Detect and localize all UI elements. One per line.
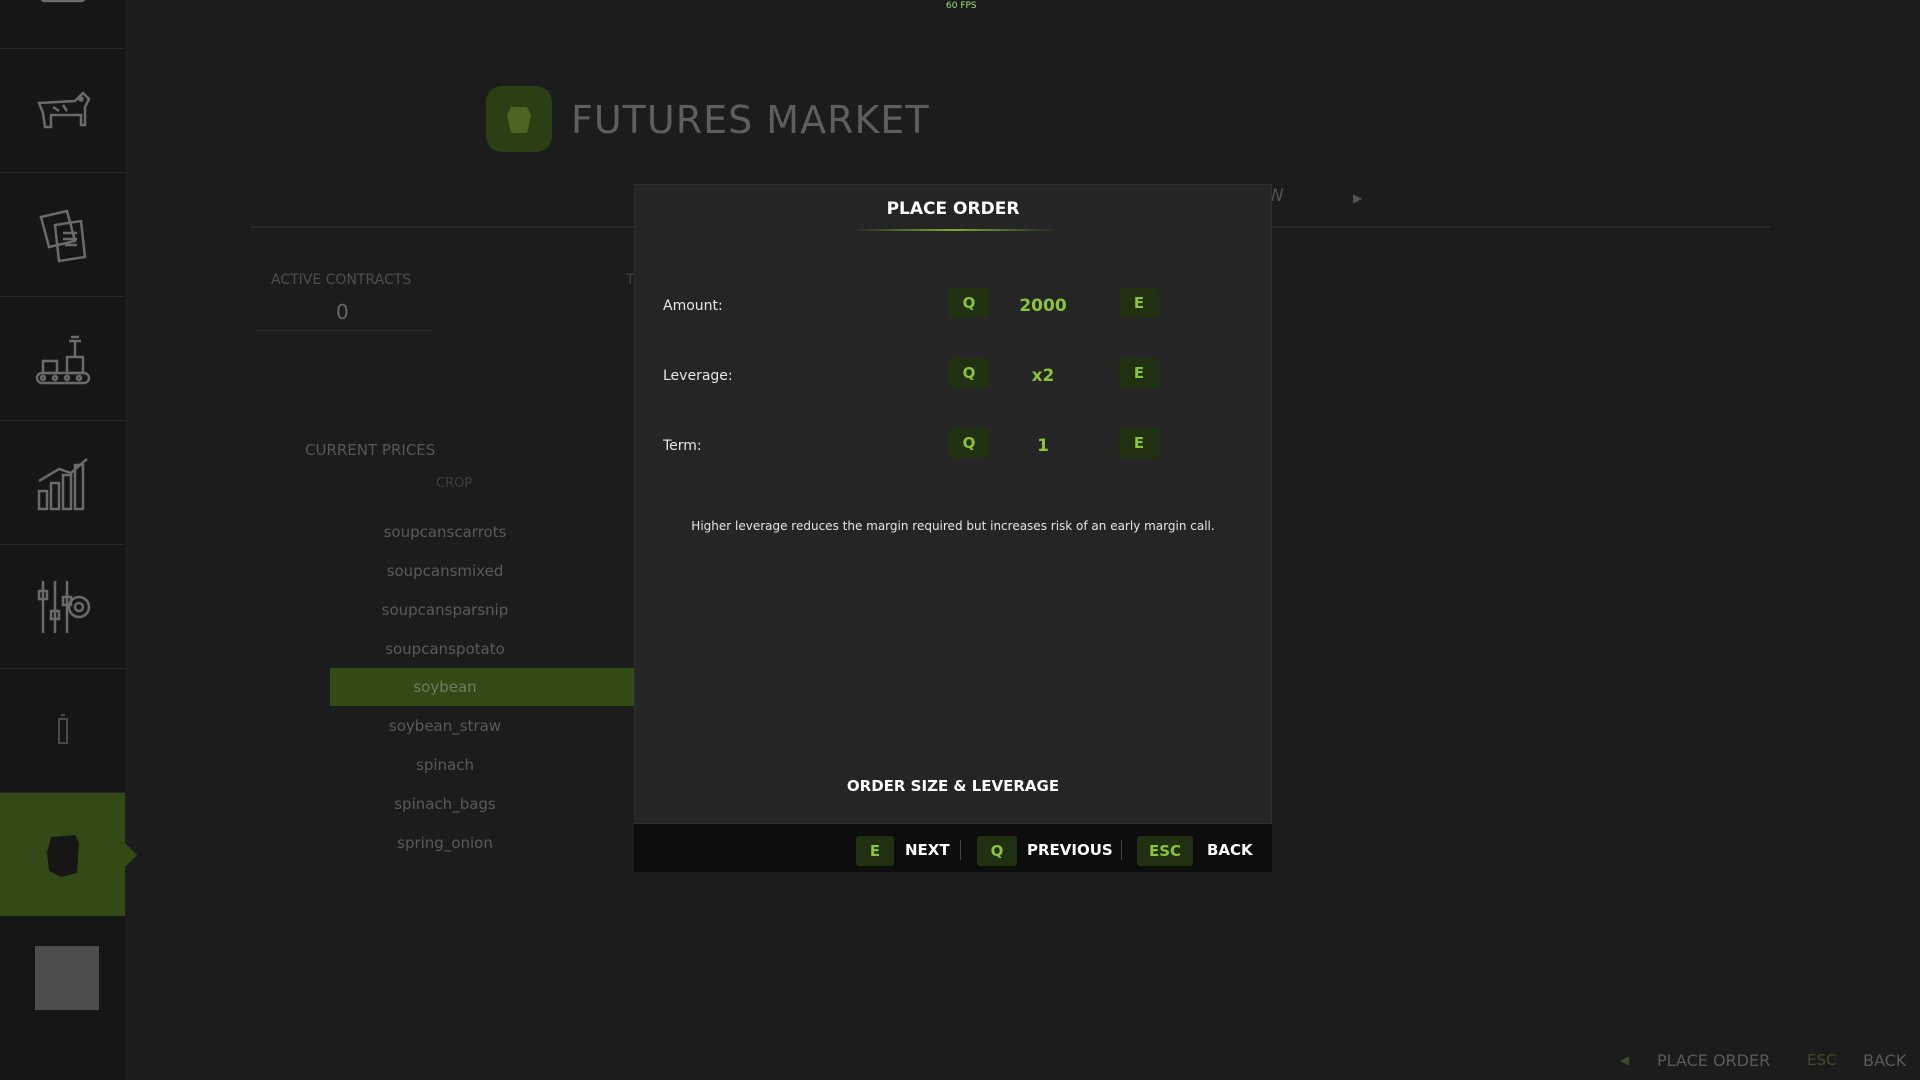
footer-separator [1121, 840, 1122, 860]
sidebar [0, 0, 137, 1080]
crop-row[interactable]: soupcansmixed [330, 552, 660, 590]
tab-next-arrow-icon[interactable]: ▶ [1353, 191, 1362, 205]
back-key-badge[interactable]: ESC [1137, 836, 1193, 866]
crop-name: soybean [413, 678, 477, 696]
crop-name: soupcansparsnip [381, 601, 509, 619]
next-key-badge[interactable]: E [856, 836, 894, 866]
sidebar-item-settings[interactable] [0, 545, 125, 669]
crop-row[interactable]: soupcansparsnip [330, 591, 660, 629]
bottom-place-order-button[interactable]: PLACE ORDER [1657, 1051, 1770, 1070]
leverage-label: Leverage: [663, 368, 733, 384]
futures-market-icon [46, 834, 79, 877]
active-contracts-label: ACTIVE CONTRACTS [271, 272, 412, 288]
help-icon [57, 713, 68, 744]
term-decrease-button[interactable]: Q [949, 428, 989, 458]
crop-name: soybean_straw [388, 717, 502, 735]
bull-icon [507, 107, 531, 133]
amount-decrease-button[interactable]: Q [949, 288, 989, 318]
leverage-value: x2 [1031, 366, 1055, 386]
tractor-icon [40, 0, 85, 2]
next-button[interactable]: NEXT [905, 841, 950, 859]
leverage-increase-button[interactable]: E [1119, 358, 1159, 388]
term-value: 1 [1037, 436, 1049, 456]
production-icon [35, 335, 90, 384]
sidebar-placeholder-square [35, 946, 99, 1010]
crop-row[interactable]: soupcanspotato [330, 630, 660, 668]
crop-row[interactable]: spinach [330, 746, 660, 784]
amount-value: 2000 [1019, 296, 1067, 316]
previous-key-badge[interactable]: Q [977, 836, 1017, 866]
sidebar-item-production[interactable] [0, 297, 125, 421]
footer-separator [960, 840, 961, 860]
place-order-dialog: PLACE ORDER Amount: Q 2000 E Leverage: Q… [634, 184, 1272, 824]
crop-row-selected[interactable]: soybean [330, 668, 660, 706]
sidebar-item-help[interactable] [0, 669, 125, 793]
crop-row[interactable]: spring_onion [330, 824, 660, 862]
crop-name: soupcanscarrots [383, 523, 507, 541]
fps-counter: 60 FPS [946, 1, 977, 11]
active-contracts-divider [255, 330, 430, 331]
cow-icon [36, 90, 91, 128]
term-label: Term: [663, 438, 702, 454]
page-title: FUTURES MARKET [571, 98, 930, 142]
crop-name: spinach_bags [394, 795, 496, 813]
amount-label: Amount: [663, 298, 723, 314]
crop-row[interactable]: spinach_bags [330, 785, 660, 823]
current-prices-label: CURRENT PRICES [305, 441, 436, 459]
sidebar-item-contracts[interactable] [0, 173, 125, 297]
crop-name: soupcansmixed [386, 562, 504, 580]
crop-row[interactable]: soupcanscarrots [330, 513, 660, 551]
active-contracts-value: 0 [336, 300, 349, 324]
place-order-hint-icon: ◀ [1620, 1053, 1630, 1067]
back-button[interactable]: BACK [1207, 841, 1253, 859]
crop-name: spinach [416, 756, 474, 774]
sidebar-item-futures-market[interactable] [0, 793, 137, 916]
term-increase-button[interactable]: E [1119, 428, 1159, 458]
section-label: ORDER SIZE & LEVERAGE [846, 777, 1060, 795]
sidebar-item-statistics[interactable] [0, 421, 125, 545]
dialog-footer: E NEXT Q PREVIOUS ESC BACK [634, 824, 1272, 872]
crop-name: spring_onion [397, 834, 493, 852]
statistics-icon [37, 457, 88, 510]
bottom-esc-key-badge[interactable]: ESC [1807, 1051, 1836, 1069]
dialog-title-underline [850, 229, 1056, 231]
sidebar-item-animals[interactable] [0, 49, 125, 173]
crop-name: soupcanspotato [385, 640, 505, 658]
previous-button[interactable]: PREVIOUS [1027, 841, 1113, 859]
contracts-icon [38, 209, 86, 262]
leverage-decrease-button[interactable]: Q [949, 358, 989, 388]
bottom-back-button[interactable]: BACK [1863, 1051, 1906, 1070]
crop-row[interactable]: soybean_straw [330, 707, 660, 745]
leverage-hint-text: Higher leverage reduces the margin requi… [691, 519, 1215, 533]
amount-increase-button[interactable]: E [1119, 288, 1159, 318]
settings-icon [37, 580, 90, 633]
futures-market-logo [486, 86, 552, 152]
crop-column-header: CROP [436, 476, 473, 491]
sidebar-item-vehicles[interactable] [0, 0, 125, 49]
dialog-title: PLACE ORDER [886, 199, 1020, 219]
